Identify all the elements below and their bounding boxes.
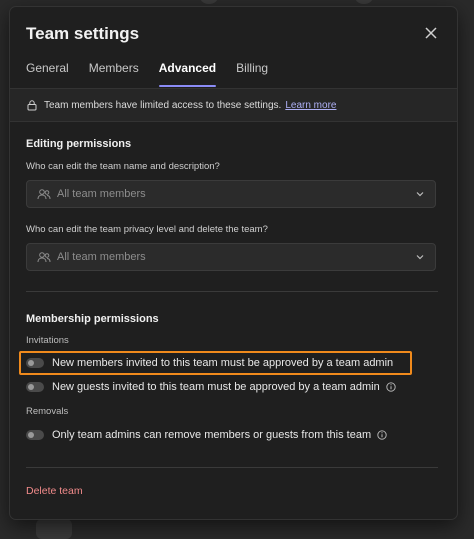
edit-name-select[interactable]: All team members (26, 180, 436, 208)
close-icon[interactable] (421, 24, 441, 44)
background-avatar (355, 0, 373, 4)
team-settings-dialog: Team settings General Members Advanced B… (10, 7, 457, 519)
info-icon[interactable] (377, 430, 387, 440)
membership-permissions-title: Membership permissions (26, 313, 159, 325)
tab-billing[interactable]: Billing (236, 61, 268, 87)
select-value: All team members (57, 188, 146, 200)
permissions-banner: Team members have limited access to thes… (10, 88, 457, 122)
tab-general[interactable]: General (26, 61, 69, 87)
background-avatar (200, 0, 218, 4)
approve-guests-toggle[interactable] (26, 382, 44, 392)
people-icon (37, 189, 51, 200)
editing-permissions-title: Editing permissions (26, 138, 132, 150)
chevron-down-icon (416, 255, 424, 260)
background-avatar (36, 519, 72, 539)
edit-privacy-select[interactable]: All team members (26, 243, 436, 271)
tab-advanced[interactable]: Advanced (158, 61, 217, 87)
section-divider (26, 467, 438, 468)
removals-label: Removals (26, 406, 69, 417)
banner-text: Team members have limited access to thes… (44, 99, 282, 111)
section-divider (26, 291, 438, 292)
tab-members[interactable]: Members (89, 61, 139, 87)
people-icon (37, 252, 51, 263)
approve-guests-row: New guests invited to this team must be … (26, 377, 396, 397)
tab-bar: General Members Advanced Billing (26, 61, 288, 87)
admin-remove-toggle[interactable] (26, 430, 44, 440)
dialog-title: Team settings (26, 24, 140, 43)
delete-team-button[interactable]: Delete team (26, 485, 83, 497)
edit-privacy-question: Who can edit the team privacy level and … (26, 224, 268, 235)
edit-name-question: Who can edit the team name and descripti… (26, 161, 220, 172)
approve-guests-label: New guests invited to this team must be … (52, 381, 380, 393)
invitations-label: Invitations (26, 335, 69, 346)
select-value: All team members (57, 251, 146, 263)
info-icon[interactable] (386, 382, 396, 392)
admin-remove-row: Only team admins can remove members or g… (26, 425, 387, 445)
highlight-box (19, 351, 412, 375)
admin-remove-label: Only team admins can remove members or g… (52, 429, 372, 441)
chevron-down-icon (416, 192, 424, 197)
lock-icon (27, 100, 37, 111)
learn-more-link[interactable]: Learn more (285, 100, 336, 111)
